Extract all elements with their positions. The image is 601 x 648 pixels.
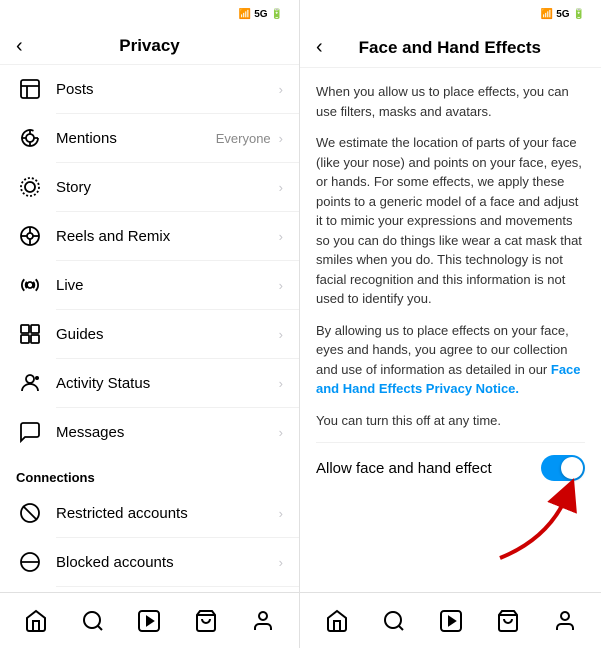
- left-nav-search[interactable]: [69, 605, 117, 637]
- reels-icon: [16, 222, 44, 250]
- right-nav-home[interactable]: [313, 605, 361, 637]
- messages-icon: [16, 418, 44, 446]
- restricted-icon: [16, 499, 44, 527]
- detail-paragraph: We estimate the location of parts of you…: [316, 133, 585, 309]
- right-arrow-container: [316, 493, 585, 563]
- menu-item-blocked[interactable]: Blocked accounts ›: [0, 538, 299, 586]
- toggle-label: Allow face and hand effect: [316, 460, 492, 477]
- blocked-label: Blocked accounts: [56, 554, 279, 571]
- left-bottom-nav: [0, 592, 299, 648]
- live-chevron: ›: [279, 278, 283, 293]
- left-page-title: Privacy: [119, 36, 180, 56]
- guides-chevron: ›: [279, 327, 283, 342]
- menu-item-guides[interactable]: Guides ›: [0, 310, 299, 358]
- right-nav-shop[interactable]: [484, 605, 532, 637]
- right-bottom-nav: [300, 592, 601, 648]
- signal-icons-right: 📶5G🔋: [541, 9, 585, 20]
- right-panel: 📶5G🔋 ‹ Face and Hand Effects When you al…: [300, 0, 601, 648]
- mentions-chevron: ›: [279, 131, 283, 146]
- activity-icon: [16, 369, 44, 397]
- mentions-label: Mentions: [56, 130, 216, 147]
- left-menu-content: Posts › Mentions Everyone ›: [0, 65, 299, 592]
- reels-label: Reels and Remix: [56, 228, 279, 245]
- guides-label: Guides: [56, 326, 279, 343]
- posts-icon: [16, 75, 44, 103]
- agreement-paragraph: By allowing us to place effects on your …: [316, 321, 585, 399]
- status-bar-right: 📶5G🔋: [300, 0, 601, 28]
- connections-section-header: Connections: [0, 456, 299, 489]
- messages-label: Messages: [56, 424, 279, 441]
- guides-icon: [16, 320, 44, 348]
- back-button-right[interactable]: ‹: [316, 36, 323, 59]
- blocked-chevron: ›: [279, 555, 283, 570]
- status-bar-left: 📶5G🔋: [0, 0, 299, 28]
- right-nav-profile[interactable]: [541, 605, 589, 637]
- reels-chevron: ›: [279, 229, 283, 244]
- blocked-icon: [16, 548, 44, 576]
- activity-label: Activity Status: [56, 375, 279, 392]
- left-nav-profile[interactable]: [239, 605, 287, 637]
- left-nav-shop[interactable]: [182, 605, 230, 637]
- story-chevron: ›: [279, 180, 283, 195]
- small-note: You can turn this off at any time.: [316, 411, 585, 431]
- right-content: When you allow us to place effects, you …: [300, 68, 601, 592]
- story-label: Story: [56, 179, 279, 196]
- menu-item-live[interactable]: Live ›: [0, 261, 299, 309]
- left-header: ‹ Privacy: [0, 28, 299, 65]
- posts-label: Posts: [56, 81, 279, 98]
- right-red-arrow: [490, 478, 580, 563]
- left-nav-reels[interactable]: [125, 605, 173, 637]
- activity-chevron: ›: [279, 376, 283, 391]
- messages-chevron: ›: [279, 425, 283, 440]
- menu-item-messages[interactable]: Messages ›: [0, 408, 299, 456]
- menu-item-restricted[interactable]: Restricted accounts ›: [0, 489, 299, 537]
- right-nav-reels[interactable]: [427, 605, 475, 637]
- left-panel: 📶5G🔋 ‹ Privacy Posts ›: [0, 0, 300, 648]
- menu-item-mentions[interactable]: Mentions Everyone ›: [0, 114, 299, 162]
- mentions-icon: [16, 124, 44, 152]
- intro-paragraph: When you allow us to place effects, you …: [316, 82, 585, 121]
- live-icon: [16, 271, 44, 299]
- menu-item-activity[interactable]: Activity Status ›: [0, 359, 299, 407]
- live-label: Live: [56, 277, 279, 294]
- mentions-badge: Everyone: [216, 131, 271, 146]
- menu-item-reels[interactable]: Reels and Remix ›: [0, 212, 299, 260]
- story-icon: [16, 173, 44, 201]
- right-nav-search[interactable]: [370, 605, 418, 637]
- menu-item-story[interactable]: Story ›: [0, 163, 299, 211]
- left-nav-home[interactable]: [12, 605, 60, 637]
- posts-chevron: ›: [279, 82, 283, 97]
- restricted-label: Restricted accounts: [56, 505, 279, 522]
- restricted-chevron: ›: [279, 506, 283, 521]
- right-page-title: Face and Hand Effects: [335, 38, 565, 58]
- signal-icons-left: 📶5G🔋: [239, 9, 283, 20]
- back-button-left[interactable]: ‹: [16, 35, 23, 58]
- menu-item-muted[interactable]: Muted Accounts ›: [0, 587, 299, 592]
- right-header: ‹ Face and Hand Effects: [300, 28, 601, 68]
- menu-item-posts[interactable]: Posts ›: [0, 65, 299, 113]
